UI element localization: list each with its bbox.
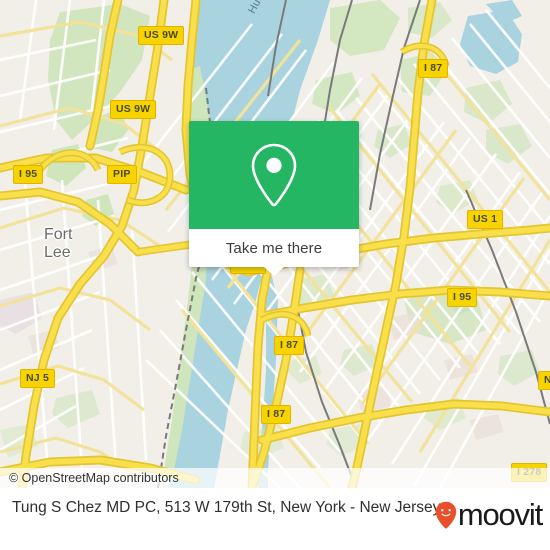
footer-bar: Tung S Chez MD PC, 513 W 179th St, New Y… bbox=[0, 488, 550, 550]
map-screenshot: Hudson River Fort Lee US 9W US 9W I 87 I… bbox=[0, 0, 550, 550]
take-me-there-label: Take me there bbox=[225, 239, 323, 257]
place-label-fort-lee: Fort Lee bbox=[44, 226, 72, 262]
shield-i-95-east[interactable]: I 95 bbox=[447, 288, 478, 307]
shield-pip[interactable]: PIP bbox=[107, 165, 137, 184]
shield-i-87-mid[interactable]: I 87 bbox=[274, 336, 305, 355]
place-label-line1: Fort bbox=[44, 226, 73, 243]
shield-nj-5[interactable]: NJ 5 bbox=[20, 369, 55, 388]
place-label-line2: Lee bbox=[44, 244, 71, 261]
moovit-wordmark: moovit bbox=[457, 497, 543, 532]
popup-header bbox=[189, 121, 359, 229]
shield-us-9w-north[interactable]: US 9W bbox=[138, 26, 185, 45]
popup-pointer-tail bbox=[264, 267, 284, 276]
map-attribution-bar: © OpenStreetMap contributors bbox=[0, 468, 550, 488]
shield-i-87-south[interactable]: I 87 bbox=[261, 405, 292, 424]
shield-us-9w-south[interactable]: US 9W bbox=[110, 100, 157, 119]
moovit-pin-smiley-icon bbox=[435, 501, 457, 529]
shield-us-1[interactable]: US 1 bbox=[467, 210, 504, 229]
shield-i-95-west[interactable]: I 95 bbox=[13, 165, 44, 184]
location-caption: Tung S Chez MD PC, 513 W 179th St, New Y… bbox=[12, 499, 441, 516]
popup-action-bar[interactable]: Take me there bbox=[189, 229, 359, 276]
moovit-logo[interactable]: moovit bbox=[435, 497, 543, 532]
location-popup-card[interactable]: Take me there bbox=[189, 121, 359, 276]
shield-i-87-north[interactable]: I 87 bbox=[418, 59, 449, 78]
map-pin-icon bbox=[251, 143, 297, 207]
map-canvas[interactable]: Hudson River Fort Lee US 9W US 9W I 87 I… bbox=[0, 0, 550, 488]
shield-n-partial[interactable]: N bbox=[538, 371, 550, 390]
osm-attribution-text[interactable]: © OpenStreetMap contributors bbox=[0, 471, 179, 485]
